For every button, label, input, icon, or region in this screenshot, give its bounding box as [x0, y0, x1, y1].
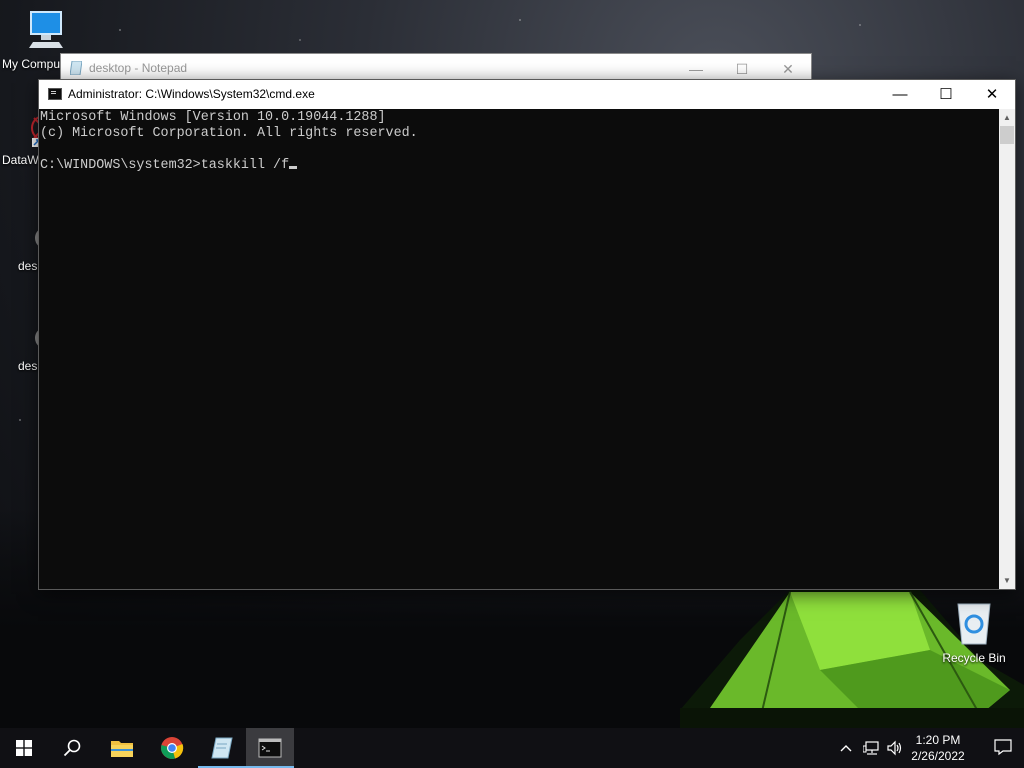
cmd-icon	[48, 88, 62, 100]
cmd-icon	[258, 738, 282, 758]
console-line: Microsoft Windows [Version 10.0.19044.12…	[40, 110, 386, 125]
recycle-bin-icon	[957, 603, 991, 645]
computer-icon	[29, 11, 63, 48]
notepad-icon	[211, 737, 233, 759]
taskbar: 1:20 PM 2/26/2022	[0, 728, 1024, 768]
cmd-titlebar[interactable]: Administrator: C:\Windows\System32\cmd.e…	[39, 80, 1015, 109]
notepad-maximize-button[interactable]: ☐	[719, 58, 765, 80]
cmd-maximize-button[interactable]: ☐	[923, 80, 969, 109]
desktop-icon-recycle-bin[interactable]: Recycle Bin	[936, 600, 1012, 665]
console-prompt-text: C:\WINDOWS\system32>taskkill /f	[40, 158, 290, 173]
scroll-down-arrow-icon[interactable]: ▼	[999, 572, 1015, 589]
search-icon	[63, 739, 81, 757]
folder-icon	[111, 741, 133, 757]
console-output[interactable]: Microsoft Windows [Version 10.0.19044.12…	[39, 109, 999, 589]
windows-logo-icon	[16, 740, 32, 756]
network-tray-button[interactable]	[860, 728, 884, 768]
scroll-up-arrow-icon[interactable]: ▲	[999, 109, 1015, 126]
cmd-title: Administrator: C:\Windows\System32\cmd.e…	[68, 87, 315, 101]
desktop-icon-label: Recycle Bin	[942, 651, 1006, 665]
taskbar-cmd[interactable]	[246, 728, 294, 768]
notepad-close-button[interactable]: ✕	[765, 58, 811, 80]
cmd-vertical-scrollbar[interactable]: ▲ ▼	[999, 109, 1015, 589]
text-cursor	[289, 166, 298, 169]
show-hidden-icons-button[interactable]	[836, 728, 856, 768]
notepad-title: desktop - Notepad	[89, 61, 188, 75]
clock-time: 1:20 PM	[915, 733, 961, 747]
notepad-minimize-button[interactable]: —	[673, 58, 719, 80]
action-center-button[interactable]	[994, 738, 1012, 759]
console-prompt-line[interactable]: C:\WINDOWS\system32>taskkill /f	[40, 158, 999, 174]
cmd-window[interactable]: Administrator: C:\Windows\System32\cmd.e…	[38, 79, 1016, 590]
cmd-close-button[interactable]: ✕	[969, 80, 1015, 109]
taskbar-chrome[interactable]	[148, 728, 196, 768]
clock-date: 2/26/2022	[911, 749, 965, 763]
start-button[interactable]	[0, 728, 48, 768]
notification-icon	[994, 739, 1012, 756]
network-icon	[863, 741, 879, 755]
taskbar-notepad[interactable]	[198, 728, 246, 768]
taskbar-file-explorer[interactable]	[98, 728, 146, 768]
chevron-up-icon	[840, 745, 852, 752]
taskbar-clock[interactable]: 1:20 PM 2/26/2022	[902, 732, 974, 764]
notepad-icon	[70, 61, 82, 75]
console-line: (c) Microsoft Corporation. All rights re…	[40, 126, 418, 141]
search-button[interactable]	[48, 728, 96, 768]
scrollbar-thumb[interactable]	[1000, 126, 1014, 144]
chrome-icon	[161, 737, 184, 759]
cmd-minimize-button[interactable]: —	[877, 80, 923, 109]
